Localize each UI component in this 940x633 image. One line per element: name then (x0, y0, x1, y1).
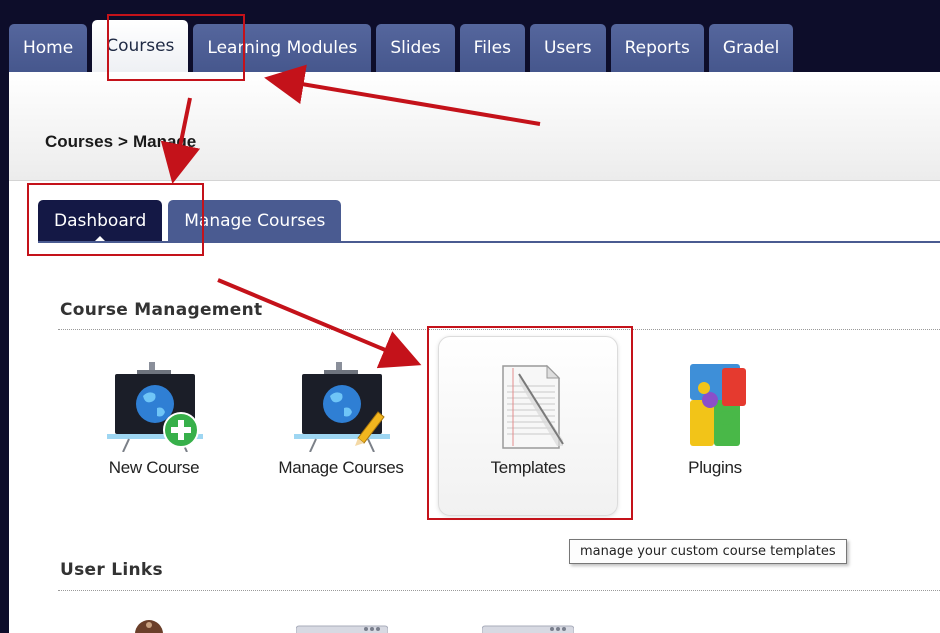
section-title-user-links: User Links (60, 560, 163, 580)
user-link-icon-2 (296, 625, 388, 633)
arrow-to-templates (217, 278, 422, 369)
plugins-tile[interactable]: Plugins (630, 360, 800, 478)
user-avatar-icon (135, 620, 163, 633)
manage-courses-icon (294, 362, 390, 452)
annotation-box-templates (427, 326, 633, 520)
manage-courses-label: Manage Courses (278, 458, 404, 477)
breadcrumb-band (9, 72, 940, 181)
section-divider-user-links (58, 590, 940, 591)
new-course-label: New Course (108, 458, 200, 477)
plugins-icon (690, 364, 746, 446)
nav-tab-slides[interactable]: Slides (376, 24, 455, 72)
nav-tab-files[interactable]: Files (459, 24, 525, 72)
new-course-icon (107, 362, 203, 452)
annotation-box-courses-tab (107, 14, 245, 81)
manage-courses-tile[interactable]: Manage Courses (256, 360, 426, 478)
plugins-label: Plugins (688, 458, 742, 477)
new-course-tile[interactable]: New Course (69, 360, 239, 478)
nav-tab-users[interactable]: Users (529, 24, 606, 72)
breadcrumb: Courses > Manage (45, 132, 196, 152)
breadcrumb-parent[interactable]: Courses (45, 132, 113, 151)
annotation-box-dashboard-tab (27, 183, 204, 256)
breadcrumb-separator: > (118, 132, 128, 151)
breadcrumb-current: Manage (132, 132, 197, 151)
nav-tab-reports[interactable]: Reports (610, 24, 704, 72)
templates-tooltip: manage your custom course templates (569, 539, 847, 564)
section-title-course-management: Course Management (60, 300, 263, 320)
left-border (0, 0, 9, 633)
nav-tab-home[interactable]: Home (9, 24, 88, 72)
nav-tab-gradebook[interactable]: Gradel (708, 24, 794, 72)
user-link-icon-3 (482, 625, 574, 633)
